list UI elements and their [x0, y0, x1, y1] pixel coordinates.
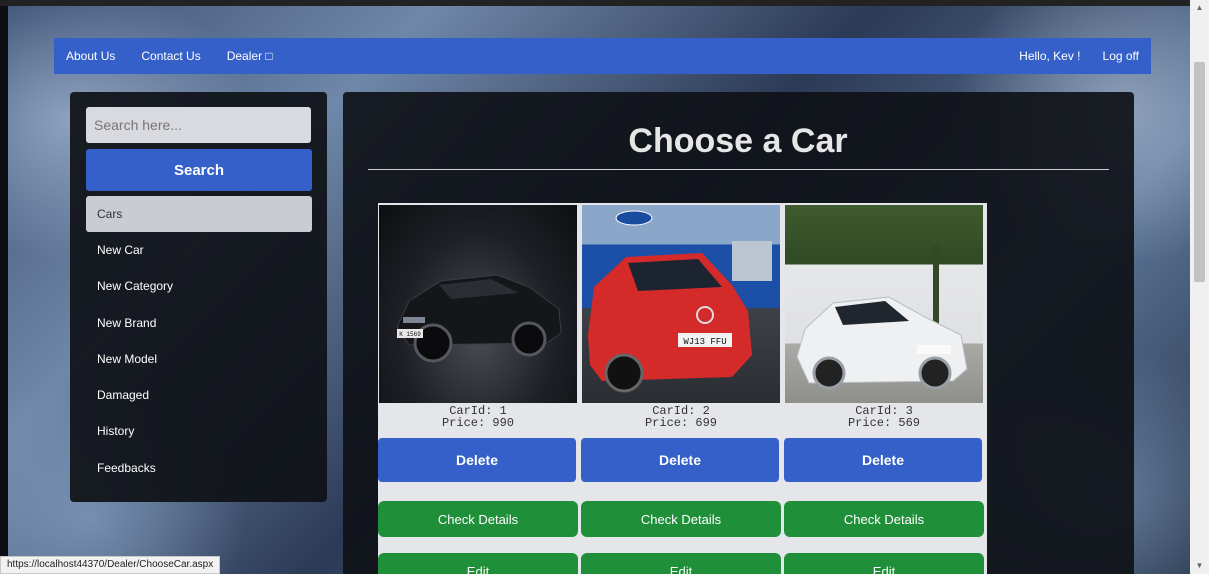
search-button[interactable]: Search	[86, 149, 312, 191]
nav-contact-link[interactable]: Contact Us	[141, 49, 200, 63]
car-info: CarId: 2 Price: 699	[581, 405, 781, 429]
delete-button[interactable]: Delete	[581, 438, 779, 482]
search-input[interactable]	[86, 107, 311, 143]
nav-about-link[interactable]: About Us	[66, 49, 115, 63]
check-details-button[interactable]: Check Details	[784, 501, 984, 537]
sidebar-item-feedbacks[interactable]: Feedbacks	[86, 450, 312, 486]
check-details-button[interactable]: Check Details	[581, 501, 781, 537]
car-photo[interactable]: K 1569	[379, 205, 577, 403]
status-bar-url: https://localhost44370/Dealer/ChooseCar.…	[0, 556, 221, 574]
scroll-down-arrow-icon[interactable]: ▼	[1190, 558, 1209, 574]
sidebar-menu: Cars New Car New Category New Brand New …	[86, 196, 312, 486]
main-panel: Choose a Car K 1569 CarId: 1 Price: 990 …	[343, 92, 1134, 574]
sidebar-item-history[interactable]: History	[86, 413, 312, 449]
scroll-up-arrow-icon[interactable]: ▲	[1190, 0, 1209, 16]
car-price: Price: 699	[644, 416, 717, 430]
edit-button[interactable]: Edit	[378, 553, 578, 574]
page-scrollbar[interactable]: ▲ ▼	[1190, 0, 1209, 574]
sidebar-item-damaged[interactable]: Damaged	[86, 377, 312, 413]
car-price: Price: 569	[847, 416, 920, 430]
page-background: About Us Contact Us Dealer □ Hello, Kev …	[0, 0, 1190, 574]
delete-button[interactable]: Delete	[784, 438, 982, 482]
car-grid: K 1569 CarId: 1 Price: 990 Delete Check …	[378, 203, 987, 574]
check-details-button[interactable]: Check Details	[378, 501, 578, 537]
scroll-thumb[interactable]	[1194, 62, 1205, 282]
sidebar-item-new-brand[interactable]: New Brand	[86, 305, 312, 341]
nav-logoff-link[interactable]: Log off	[1103, 49, 1139, 63]
svg-text:K 1569: K 1569	[399, 331, 421, 338]
car-info: CarId: 1 Price: 990	[378, 405, 578, 429]
nav-right: Hello, Kev ! Log off	[1019, 49, 1139, 63]
sidebar-item-new-car[interactable]: New Car	[86, 232, 312, 268]
sidebar: Search Cars New Car New Category New Bra…	[70, 92, 327, 502]
nav-user-greeting[interactable]: Hello, Kev !	[1019, 49, 1080, 63]
sidebar-item-cars[interactable]: Cars	[86, 196, 312, 232]
car-photo[interactable]	[785, 205, 983, 403]
car-info: CarId: 3 Price: 569	[784, 405, 984, 429]
car-image: K 1569	[396, 274, 562, 363]
edit-button[interactable]: Edit	[784, 553, 984, 574]
page-title: Choose a Car	[628, 122, 848, 160]
sidebar-item-new-model[interactable]: New Model	[86, 341, 312, 377]
svg-text:WJ13 FFU: WJ13 FFU	[683, 337, 726, 347]
car-photo[interactable]: WJ13 FFU	[582, 205, 780, 403]
car-image: WJ13 FFU	[588, 210, 772, 393]
ford-logo-icon	[615, 210, 653, 226]
nav-dealer-dropdown[interactable]: Dealer □	[227, 49, 273, 63]
license-plate	[917, 345, 951, 354]
nav-left: About Us Contact Us Dealer □	[66, 49, 273, 63]
edit-button[interactable]: Edit	[581, 553, 781, 574]
sidebar-item-new-category[interactable]: New Category	[86, 268, 312, 304]
car-image	[796, 245, 968, 390]
car-price: Price: 990	[441, 416, 514, 430]
title-divider	[368, 169, 1109, 170]
top-strip	[0, 0, 1190, 6]
navbar: About Us Contact Us Dealer □ Hello, Kev …	[54, 38, 1151, 74]
delete-button[interactable]: Delete	[378, 438, 576, 482]
